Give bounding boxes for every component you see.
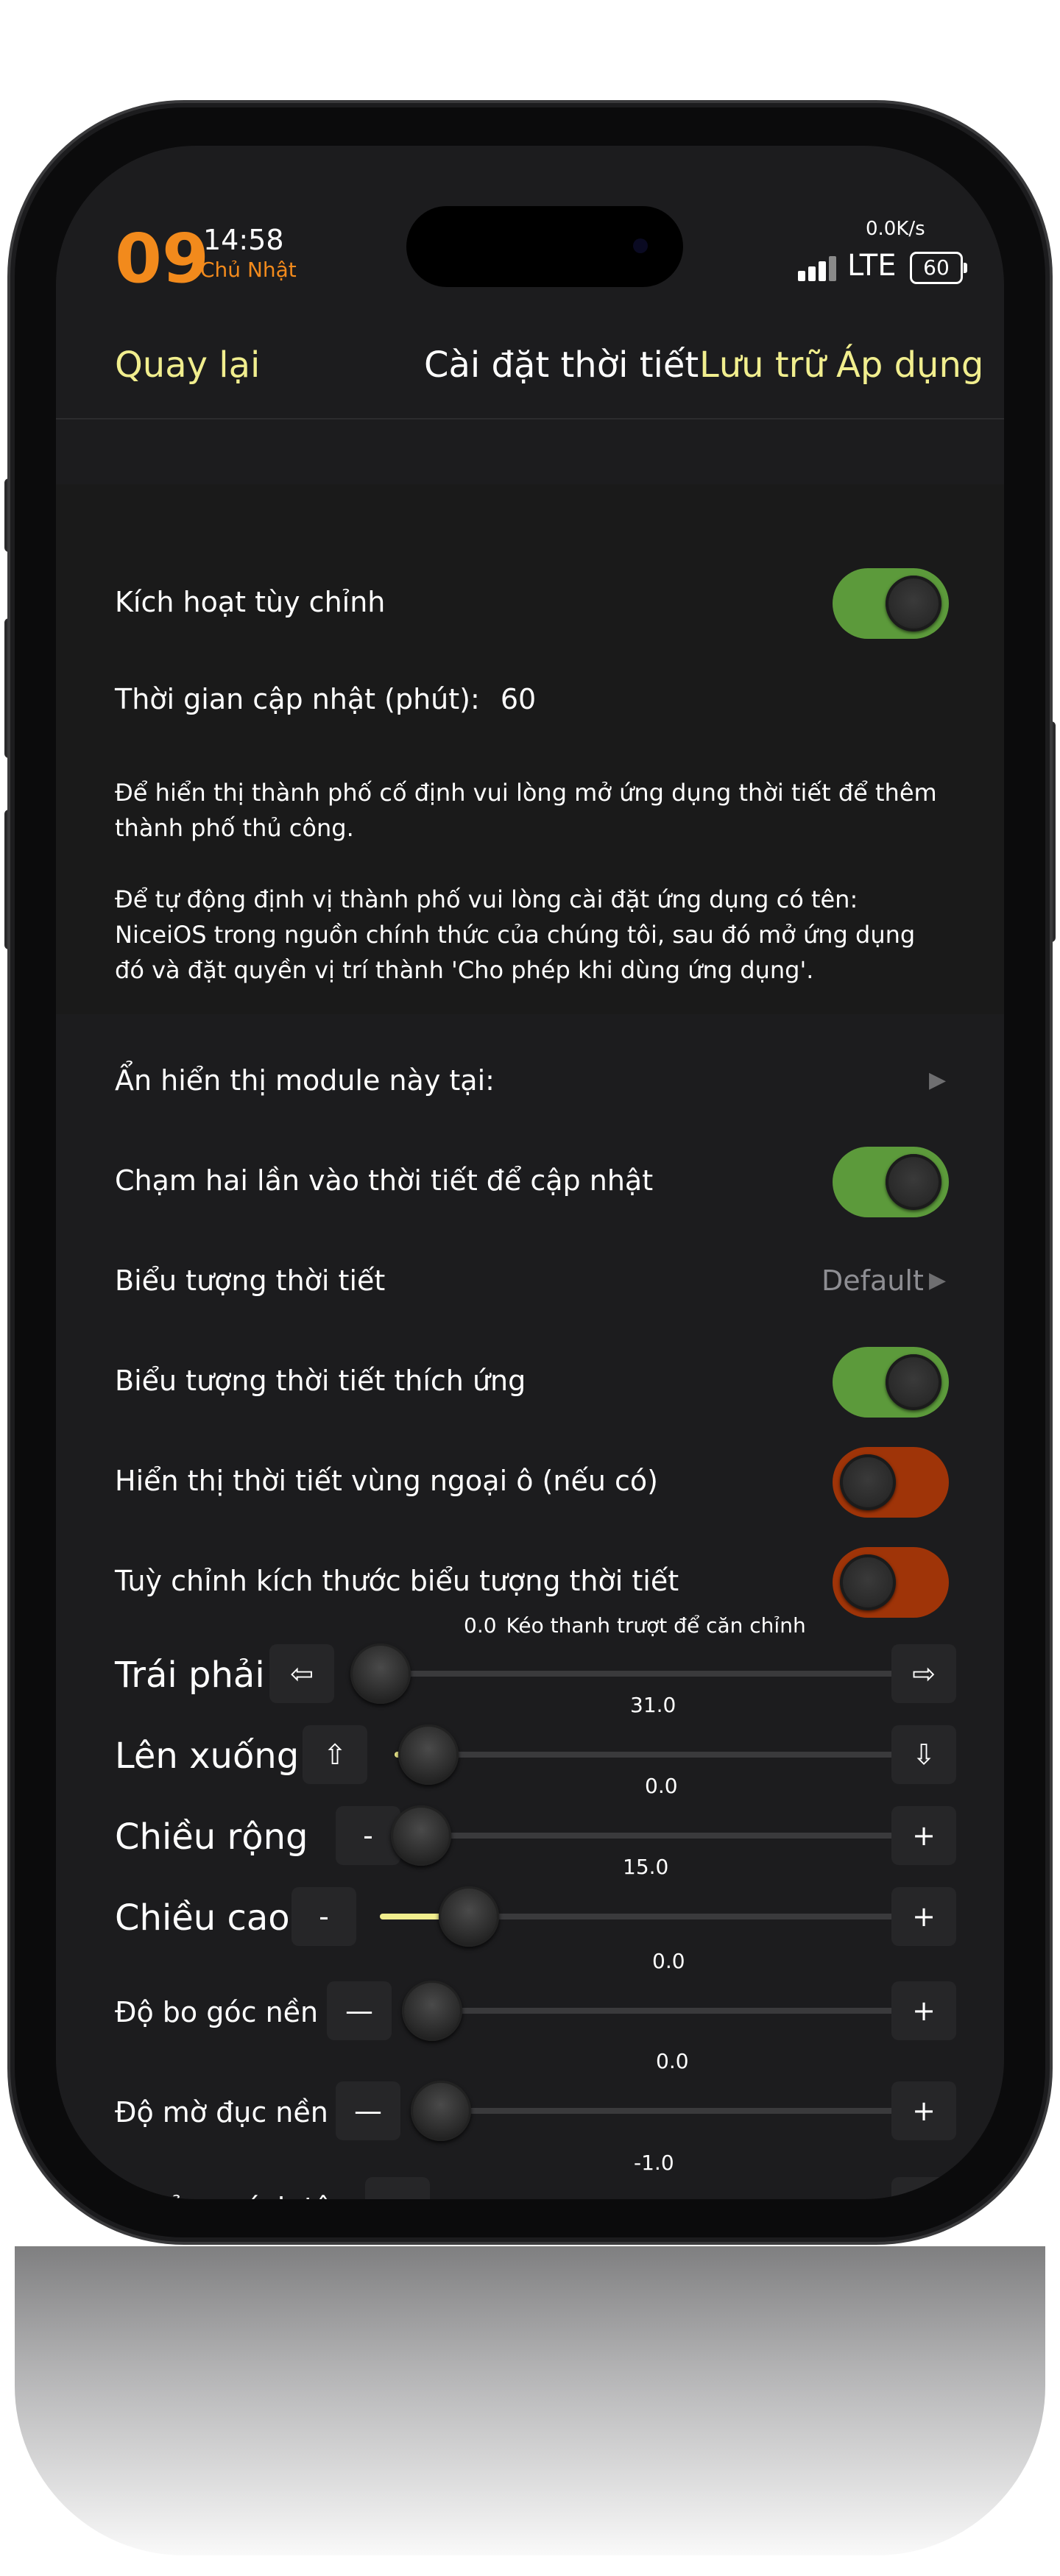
slider-center-decrement[interactable]: —: [365, 2177, 430, 2199]
slider-width-increment[interactable]: +: [891, 1806, 956, 1865]
custom-icon-size-label: Tuỳ chỉnh kích thước biểu tượng thời tiế…: [115, 1565, 679, 1597]
arrow-up-icon[interactable]: ⇧: [303, 1725, 367, 1784]
slider-horizontal-track[interactable]: [372, 1671, 902, 1677]
slider-height-increment[interactable]: +: [891, 1887, 956, 1946]
dynamic-island: [406, 206, 683, 287]
slider-vertical-value: 31.0: [630, 1693, 676, 1717]
power-button: [1045, 721, 1056, 942]
update-interval-row: Thời gian cập nhật (phút): 60: [115, 683, 536, 715]
toggle-knob: [886, 1354, 941, 1410]
slider-center-value: -1.0: [634, 2151, 674, 2175]
status-network: LTE: [847, 249, 897, 283]
enable-custom-label: Kích hoạt tùy chỉnh: [115, 586, 386, 618]
back-button[interactable]: Quay lại: [115, 344, 260, 386]
slider-width-value: 0.0: [645, 1774, 678, 1798]
note-auto-locate: Để tự động định vị thành phố vui lòng cà…: [115, 885, 916, 984]
volume-up-button: [4, 618, 15, 758]
slider-corner-value: 0.0: [652, 1949, 685, 1973]
toggle-knob: [886, 1154, 941, 1210]
update-interval-input[interactable]: 60: [501, 683, 536, 715]
slider-opacity-label: Độ mờ đục nền: [115, 2096, 328, 2129]
slider-vertical-track[interactable]: [395, 1752, 902, 1758]
slider-corner-decrement[interactable]: —: [327, 1981, 392, 2040]
toggle-knob: [840, 1554, 896, 1610]
weather-icon-label[interactable]: Biểu tượng thời tiết: [115, 1264, 385, 1297]
slider-opacity-decrement[interactable]: —: [336, 2081, 400, 2140]
custom-icon-size-toggle[interactable]: [833, 1547, 949, 1618]
slider-opacity-value: 0.0: [656, 2049, 689, 2073]
silent-switch: [4, 478, 15, 552]
slider-height-value: 15.0: [623, 1855, 669, 1879]
camera-lens: [633, 238, 648, 253]
status-time: 14:58: [203, 224, 284, 256]
slider-center-increment[interactable]: +: [891, 2177, 956, 2199]
phone-frame: 09 14:58 Chủ Nhật 0.0K/s LTE 60 Quay lại…: [15, 107, 1045, 2237]
battery-icon: 60: [910, 252, 967, 284]
slider-corner-thumb[interactable]: [402, 1981, 462, 2041]
note-fixed-city: Để hiển thị thành phố cố định vui lòng m…: [115, 779, 937, 842]
arrow-right-icon[interactable]: ⇨: [891, 1644, 956, 1703]
slider-height-thumb[interactable]: [439, 1886, 499, 1947]
slider-corner-increment[interactable]: +: [891, 1981, 956, 2040]
update-interval-label: Thời gian cập nhật (phút):: [115, 683, 480, 715]
page-title: Cài đặt thời tiết: [424, 344, 699, 386]
toggle-knob: [840, 1454, 896, 1510]
slider-height-label: Chiều cao: [115, 1897, 290, 1939]
slider-center-label: Khoảng cách tâm: [115, 2192, 359, 2199]
slider-corner-label: Độ bo góc nền: [115, 1996, 319, 2028]
slider-opacity-track[interactable]: [439, 2108, 917, 2114]
enable-custom-toggle[interactable]: [833, 568, 949, 639]
slider-height-decrement[interactable]: -: [292, 1887, 356, 1946]
chevron-right-icon: ▶: [929, 1267, 947, 1293]
status-weekday: Chủ Nhật: [200, 258, 297, 282]
screen: 09 14:58 Chủ Nhật 0.0K/s LTE 60 Quay lại…: [56, 146, 1004, 2199]
suburb-weather-label: Hiển thị thời tiết vùng ngoại ô (nếu có): [115, 1465, 658, 1497]
slider-corner-track[interactable]: [431, 2008, 917, 2014]
volume-down-button: [4, 810, 15, 949]
double-tap-toggle[interactable]: [833, 1147, 949, 1217]
slider-width-thumb[interactable]: [391, 1805, 451, 1866]
slider-horizontal-thumb[interactable]: [350, 1643, 411, 1704]
arrow-left-icon[interactable]: ⇦: [269, 1644, 334, 1703]
slider-width-track[interactable]: [424, 1833, 902, 1839]
signal-icon: [798, 255, 839, 281]
slider-width-label: Chiều rộng: [115, 1816, 308, 1858]
adaptive-icon-toggle[interactable]: [833, 1347, 949, 1418]
weather-icon-value[interactable]: Default: [822, 1264, 924, 1297]
status-day: 09: [115, 219, 210, 298]
slider-horizontal-value: 0.0 Kéo thanh trượt để căn chỉnh: [464, 1613, 806, 1638]
suburb-weather-toggle[interactable]: [833, 1447, 949, 1518]
slider-opacity-increment[interactable]: +: [891, 2081, 956, 2140]
adaptive-icon-label: Biểu tượng thời tiết thích ứng: [115, 1365, 526, 1397]
hide-module-label[interactable]: Ẩn hiển thị module này tại:: [115, 1064, 495, 1097]
apply-button[interactable]: Áp dụng: [836, 344, 983, 386]
slider-vertical-thumb[interactable]: [398, 1724, 459, 1785]
slider-opacity-thumb[interactable]: [411, 2081, 471, 2141]
arrow-down-icon[interactable]: ⇩: [891, 1725, 956, 1784]
chevron-right-icon: ▶: [929, 1067, 947, 1093]
slider-vertical-label: Lên xuống: [115, 1735, 300, 1777]
slider-horizontal-label: Trái phải: [115, 1655, 265, 1696]
phone-reflection: [15, 2246, 1045, 2555]
double-tap-label: Chạm hai lần vào thời tiết để cập nhật: [115, 1164, 654, 1197]
save-button[interactable]: Lưu trữ: [699, 344, 826, 386]
nav-divider: [56, 418, 1004, 420]
status-net-speed: 0.0K/s: [866, 218, 925, 240]
toggle-knob: [886, 576, 941, 631]
